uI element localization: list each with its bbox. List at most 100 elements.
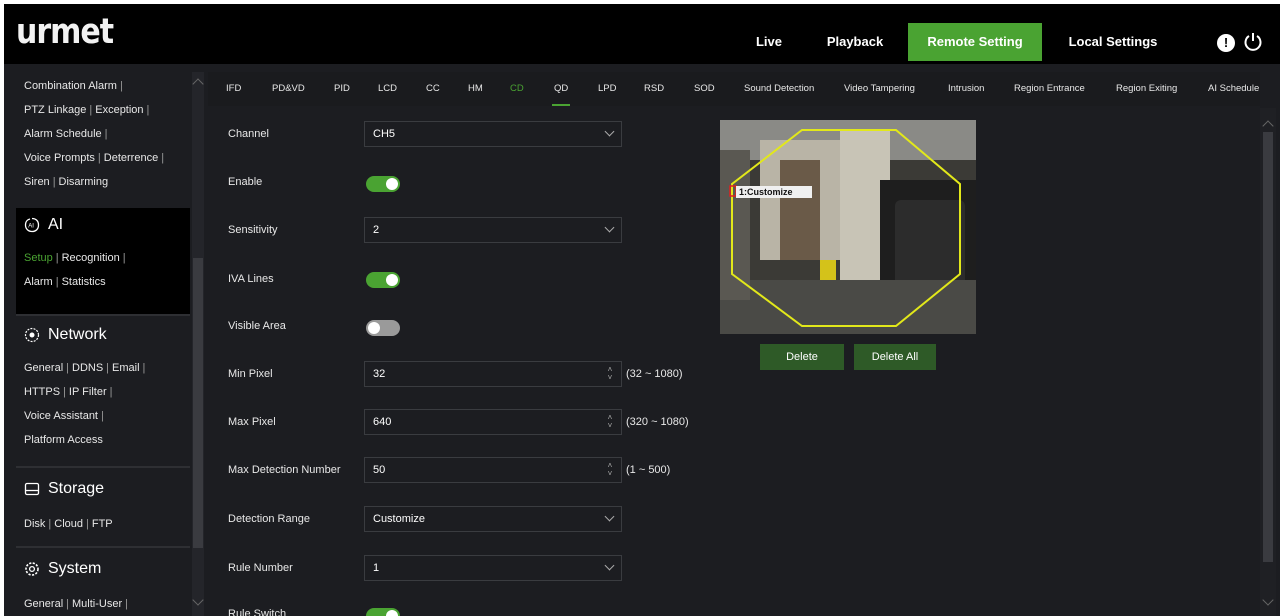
scroll-down-icon[interactable] [1262,594,1274,606]
channel-select[interactable]: CH5 [364,121,622,147]
sidebar-link-voice-prompts[interactable]: Voice Prompts [24,152,95,164]
sensitivity-value: 2 [373,224,380,236]
sidebar-link-siren[interactable]: Siren [24,176,50,188]
sidebar-link-recognition[interactable]: Recognition [62,252,120,264]
scroll-up-icon[interactable] [1262,120,1274,132]
tab-ifd[interactable]: IFD [226,72,241,106]
sidebar: Combination Alarm | PTZ Linkage | Exception… [16,72,204,616]
sidebar-link-voice-assistant[interactable]: Voice Assistant [24,410,98,422]
sidebar-link-https[interactable]: HTTPS [24,386,60,398]
sidebar-link-system-general[interactable]: General [24,598,63,610]
stepper-icon[interactable]: ˄ ˅ [605,366,615,382]
info-icon[interactable]: ! [1217,34,1235,52]
max-pixel-label: Max Pixel [228,416,276,428]
divider [16,466,190,468]
visible-area-label: Visible Area [228,320,286,332]
sidebar-title-storage: Storage [48,480,105,497]
sidebar-link-statistics[interactable]: Statistics [62,276,106,288]
sidebar-link-multi-user[interactable]: Multi-User [72,598,122,610]
tab-region-entrance[interactable]: Region Entrance [1014,72,1085,106]
rule-switch-toggle[interactable] [366,608,400,616]
tab-pid[interactable]: PID [334,72,350,106]
max-pixel-input[interactable]: 640 ˄ ˅ [364,409,622,435]
camera-preview[interactable]: 1:Customize [720,120,976,334]
tab-pd-vd[interactable]: PD&VD [272,72,305,106]
max-detection-number-input[interactable]: 50 ˄ ˅ [364,457,622,483]
tab-sound-detection[interactable]: Sound Detection [744,72,814,106]
separator: | [66,362,69,374]
detection-range-select[interactable]: Customize [364,506,622,532]
separator: | [106,362,110,374]
sidebar-link-alarm-schedule[interactable]: Alarm Schedule [24,128,102,140]
sidebar-link-ip-filter[interactable]: IP Filter [69,386,107,398]
tab-cd[interactable]: CD [510,72,524,106]
toggle-knob [368,322,380,334]
stepper-icon[interactable]: ˄ ˅ [605,462,615,478]
sidebar-section-storage: Storage Disk | Cloud | FTP [16,472,190,536]
toggle-knob [386,178,398,190]
sidebar-scroll-thumb[interactable] [193,258,203,548]
iva-lines-label: IVA Lines [228,273,274,285]
tab-sod[interactable]: SOD [694,72,715,106]
sidebar-link-ftp[interactable]: FTP [92,518,113,530]
sidebar-link-platform-access[interactable]: Platform Access [24,434,103,446]
tab-lcd[interactable]: LCD [378,72,397,106]
sidebar-link-exception[interactable]: Exception [95,104,143,116]
power-icon[interactable] [1242,31,1264,53]
sidebar-link-combination-alarm[interactable]: Combination Alarm [24,80,117,92]
sidebar-head-ai[interactable]: AI AI [16,208,190,242]
separator: | [125,598,128,610]
visible-area-toggle[interactable] [366,320,400,336]
scroll-down-icon[interactable] [192,594,204,606]
tab-rsd[interactable]: RSD [644,72,664,106]
sidebar-link-setup[interactable]: Setup [24,252,53,264]
separator: | [109,386,113,398]
delete-all-button[interactable]: Delete All [854,344,936,370]
main-scrollbar[interactable] [1260,108,1276,616]
sidebar-head-storage[interactable]: Storage [16,472,190,506]
tab-intrusion[interactable]: Intrusion [948,72,984,106]
chevron-down-icon [604,511,615,522]
sidebar-link-deterrence[interactable]: Deterrence [104,152,158,164]
tab-cc[interactable]: CC [426,72,440,106]
tab-qd[interactable]: QD [552,72,571,106]
sidebar-link-ddns[interactable]: DDNS [72,362,103,374]
sidebar-link-cloud[interactable]: Cloud [54,518,83,530]
sidebar-scrollbar[interactable] [192,72,204,616]
stepper-icon[interactable]: ˄ ˅ [605,414,615,430]
separator: | [52,176,56,188]
sidebar-link-general[interactable]: General [24,362,63,374]
tab-ai-schedule[interactable]: AI Schedule [1208,72,1259,106]
nav-playback[interactable]: Playback [812,23,898,61]
tab-region-exiting[interactable]: Region Exiting [1116,72,1177,106]
rule-number-select[interactable]: 1 [364,555,622,581]
main-scroll-thumb[interactable] [1263,132,1273,562]
sidebar-link-ptz-linkage[interactable]: PTZ Linkage [24,104,86,116]
sensitivity-select[interactable]: 2 [364,217,622,243]
enable-toggle[interactable] [366,176,400,192]
tab-video-tampering[interactable]: Video Tampering [844,72,915,106]
nav-local-settings[interactable]: Local Settings [1050,23,1176,61]
gear-icon [25,562,39,576]
max-pixel-value: 640 [373,416,392,428]
sidebar-link-disarming[interactable]: Disarming [59,176,109,188]
tab-lpd[interactable]: LPD [598,72,616,106]
separator: | [86,518,89,530]
scroll-up-icon[interactable] [192,78,204,90]
max-pixel-range: (320 ~ 1080) [626,416,689,428]
sidebar-link-email[interactable]: Email [112,362,140,374]
sidebar-link-disk[interactable]: Disk [24,518,45,530]
nav-remote-setting[interactable]: Remote Setting [908,23,1042,61]
rule-switch-label: Rule Switch [228,608,287,616]
sidebar-section-system: System General | Multi-User | [16,552,190,616]
nav-live[interactable]: Live [740,23,798,61]
min-pixel-input[interactable]: 32 ˄ ˅ [364,361,622,387]
delete-button[interactable]: Delete [760,344,844,370]
rule-number-value: 1 [373,562,380,574]
sidebar-link-alarm[interactable]: Alarm [24,276,53,288]
sensitivity-label: Sensitivity [228,224,278,236]
iva-lines-toggle[interactable] [366,272,400,288]
tab-hm[interactable]: HM [468,72,483,106]
sidebar-head-system[interactable]: System [16,552,190,586]
sidebar-head-network[interactable]: Network [16,318,190,352]
